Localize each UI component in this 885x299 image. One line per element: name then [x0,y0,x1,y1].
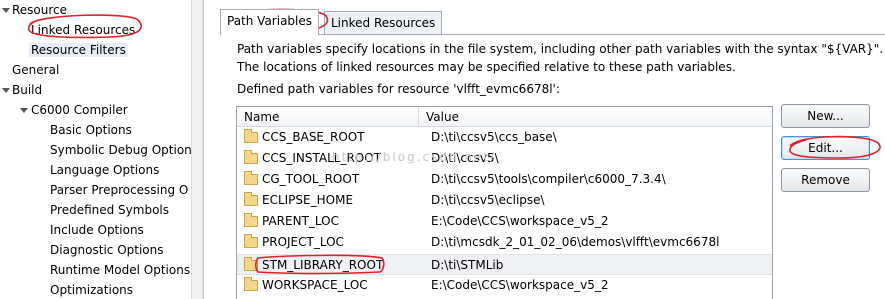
tree-item-runtime-model-options[interactable]: Runtime Model Options [50,260,190,280]
tree-item-label: Build [12,83,43,97]
table-row[interactable]: PROJECT_LOC D:\ti\mcsdk_2_01_02_06\demos\… [237,232,772,253]
description-line-1: Path variables specify locations in the … [237,42,884,56]
pane-divider[interactable] [203,0,204,299]
variable-name: CCS_INSTALL_ROOT [262,151,382,165]
tree-item-label: C6000 Compiler [31,103,128,117]
tree-item-label: Resource Filters [29,43,128,57]
folder-icon [244,171,258,185]
tree-item-label: Include Options [50,223,144,237]
variable-name: PARENT_LOC [262,214,339,228]
expand-twisty-icon[interactable] [20,108,28,113]
tab-path-variables[interactable]: Path Variables [220,9,320,35]
variable-value: E:\Code\CCS\workspace_v5_2 [431,214,609,228]
path-variables-table[interactable]: Name Value CCS_BASE_ROOT D:\ti\ccsv5\ccs_… [236,106,773,299]
variable-value: E:\Code\CCS\workspace_v5_2 [431,278,609,292]
variable-name: STM_LIBRARY_ROOT [262,258,384,272]
variable-value: D:\ti\ccsv5\eclipse\ [431,193,545,207]
tree-scrollbar[interactable] [191,0,203,299]
expand-twisty-icon[interactable] [2,88,10,93]
tree-item-diagnostic-options[interactable]: Diagnostic Options [50,240,164,260]
tree-item-label: Runtime Model Options [50,263,191,277]
defined-variables-label: Defined path variables for resource 'vlf… [237,82,560,96]
tab-panel-border [220,34,885,35]
folder-icon [244,234,258,248]
tree-item-symbolic-debug[interactable]: Symbolic Debug Option [50,140,191,160]
variable-name: CCS_BASE_ROOT [262,130,365,144]
table-row[interactable]: PARENT_LOC E:\Code\CCS\workspace_v5_2 [237,211,772,232]
column-header-value[interactable]: Value [419,107,769,127]
tree-item-label: Optimizations [50,283,134,297]
variable-value: D:\ti\ccsv5\ [431,151,499,165]
variable-name: PROJECT_LOC [262,235,344,249]
variable-value: D:\ti\ccsv5\tools\compiler\c6000_7.3.4\ [431,172,666,186]
folder-icon [244,257,258,271]
table-row[interactable]: CCS_BASE_ROOT D:\ti\ccsv5\ccs_base\ [237,127,772,148]
tree-item-label: Basic Options [50,123,132,137]
variable-name: CG_TOOL_ROOT [262,172,360,186]
tab-label: Path Variables [227,14,313,28]
tree-item-label: Linked Resources [31,23,136,37]
tree-item-predefined-symbols[interactable]: Predefined Symbols [50,200,169,220]
folder-icon [244,213,258,227]
folder-icon [244,277,258,291]
tab-linked-resources[interactable]: Linked Resources [324,11,443,35]
variable-value: D:\ti\STMLib [431,258,504,272]
table-row[interactable]: STM_LIBRARY_ROOT D:\ti\STMLib [237,254,772,275]
description-line-2: The locations of linked resources may be… [237,60,736,74]
tree-item-label: Parser Preprocessing O [50,183,189,197]
tree-item-label: Resource [12,3,68,17]
tree-item-label: General [12,63,60,77]
tree-item-include-options[interactable]: Include Options [50,220,144,240]
tree-item-optimizations[interactable]: Optimizations [50,280,133,299]
table-header: Name Value [237,107,772,127]
tree-item-parser-preprocessing[interactable]: Parser Preprocessing O [50,180,188,200]
table-row[interactable]: WORKSPACE_LOC E:\Code\CCS\workspace_v5_2 [237,275,772,296]
tree-item-resource-filters[interactable]: Resource Filters [29,40,128,60]
remove-button[interactable]: Remove [781,168,870,192]
tree-item-linked-resources[interactable]: Linked Resources [31,20,135,40]
tree-item-basic-options[interactable]: Basic Options [50,120,132,140]
preferences-tree: Resource Linked Resources Resource Filte… [0,0,191,299]
tree-item-label: Diagnostic Options [50,243,164,257]
table-row[interactable]: ECLIPSE_HOME D:\ti\ccsv5\eclipse\ [237,190,772,211]
tab-label: Linked Resources [331,16,436,30]
edit-button[interactable]: Edit... [781,136,870,160]
variable-name: WORKSPACE_LOC [262,278,368,292]
tree-item-label: Symbolic Debug Option [50,143,191,157]
table-row[interactable]: CCS_INSTALL_ROOT D:\ti\ccsv5\ [237,148,772,169]
folder-icon [244,192,258,206]
folder-icon [244,150,258,164]
variable-value: D:\ti\mcsdk_2_01_02_06\demos\vlfft\evmc6… [431,235,720,249]
variable-name: ECLIPSE_HOME [262,193,354,207]
tree-item-label: Language Options [50,163,160,177]
tree-item-general[interactable]: General [12,60,59,80]
expand-twisty-icon[interactable] [2,8,10,13]
new-button[interactable]: New... [781,104,870,128]
variable-value: D:\ti\ccsv5\ccs_base\ [431,130,557,144]
tree-item-label: Predefined Symbols [50,203,170,217]
column-header-name[interactable]: Name [237,107,418,127]
tree-item-language-options[interactable]: Language Options [50,160,159,180]
folder-icon [244,129,258,143]
table-row[interactable]: CG_TOOL_ROOT D:\ti\ccsv5\tools\compiler\c… [237,169,772,190]
